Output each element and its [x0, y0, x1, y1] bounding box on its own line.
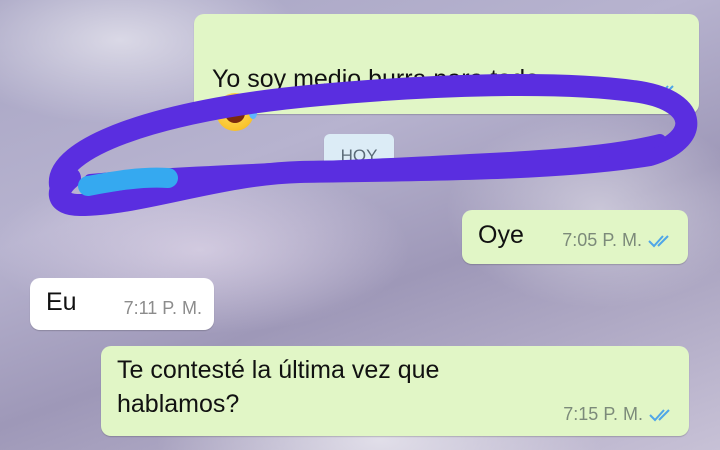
message-text-3: Eu — [46, 288, 77, 316]
message-bubble-outgoing-2[interactable]: Oye 7:05 P. M. — [462, 210, 688, 264]
message-text-1: Yo soy medio burra para todo — [212, 28, 539, 134]
read-ticks-icon — [653, 84, 674, 97]
message-text-4: Te contesté la última vez que hablamos? — [117, 356, 440, 418]
message-bubble-outgoing-1[interactable]: Yo soy medio burra para todo 7:16 P. M. — [194, 14, 699, 131]
read-ticks-icon — [648, 234, 669, 247]
message-text-2: Oye — [478, 221, 524, 249]
message-time-2: 7:05 P. M. — [562, 230, 642, 250]
message-meta-4: 7:15 P. M. — [563, 404, 675, 425]
tears-of-joy-emoji-icon — [213, 93, 257, 131]
message-time-1: 7:16 P. M. — [567, 80, 647, 100]
message-bubble-outgoing-3[interactable]: Te contesté la última vez que hablamos? … — [101, 346, 689, 436]
message-time-3: 7:11 P. M. — [123, 298, 202, 318]
message-bubble-incoming-1[interactable]: Eu 7:11 P. M. — [30, 278, 214, 330]
message-meta-2: 7:05 P. M. — [562, 230, 674, 251]
message-time-4: 7:15 P. M. — [563, 404, 643, 424]
message-text-1-body: Yo soy medio burra para todo — [212, 65, 540, 93]
highlight-stroke — [78, 167, 178, 196]
read-ticks-icon — [649, 408, 670, 421]
message-meta-3: 7:11 P. M. — [124, 298, 202, 319]
date-divider: HOY — [324, 134, 394, 174]
message-meta-1: 7:16 P. M. — [567, 80, 679, 101]
